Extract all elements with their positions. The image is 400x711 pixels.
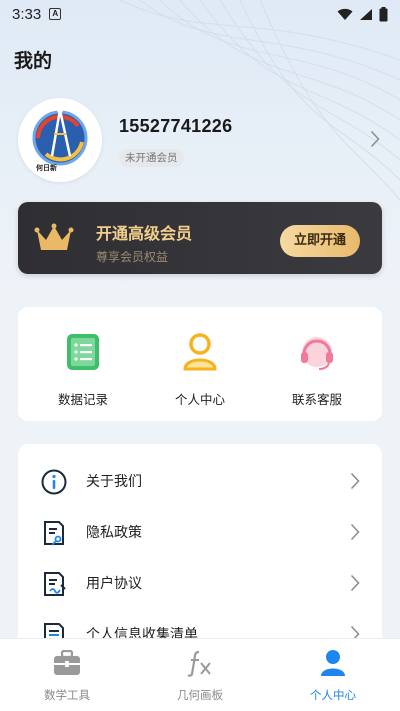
- tab-label: 几何画板: [177, 688, 223, 702]
- quick-action-label: 联系客服: [291, 392, 342, 407]
- agreement-document-icon: [44, 572, 66, 596]
- quick-action-personal-center[interactable]: 个人中心: [150, 329, 250, 408]
- fx-icon: [187, 650, 211, 677]
- tab-math-tools[interactable]: 数学工具: [17, 647, 117, 703]
- app-logo-icon: [32, 107, 88, 166]
- signal-icon: [360, 8, 372, 20]
- tab-label: 个人中心: [310, 688, 356, 702]
- wifi-icon: [337, 8, 353, 20]
- menu-item-label: 关于我们: [86, 474, 142, 490]
- chevron-right-icon: [350, 574, 360, 592]
- headset-icon: [301, 337, 333, 370]
- quick-actions-card: 数据记录 个人中心 联系客服: [18, 307, 382, 421]
- quick-action-label: 个人中心: [174, 392, 225, 407]
- vip-card[interactable]: 开通高级会员 尊享会员权益 立即开通: [18, 202, 382, 274]
- quick-action-label: 数据记录: [57, 392, 108, 407]
- bottom-tab-bar: 数学工具 几何画板 个人中心: [0, 638, 400, 711]
- person-icon: [321, 650, 345, 676]
- vip-subtitle: 尊享会员权益: [96, 250, 169, 264]
- menu-item-privacy-policy[interactable]: 隐私政策: [18, 507, 382, 557]
- status-indicators: [337, 6, 388, 22]
- activate-vip-button[interactable]: 立即开通: [280, 225, 360, 257]
- page-title: 我的: [14, 50, 53, 72]
- tab-geometry-board[interactable]: 几何画板: [150, 647, 250, 703]
- profile-header[interactable]: 何日新 15527741226 未开通会员: [18, 98, 388, 184]
- person-icon: [183, 333, 217, 371]
- toolbox-icon: [54, 650, 80, 675]
- status-time: 3:33: [12, 5, 42, 23]
- tab-label: 数学工具: [44, 688, 90, 702]
- crown-icon: [34, 223, 74, 250]
- status-bar: 3:33 A: [0, 0, 400, 28]
- notification-icon: A: [49, 8, 62, 20]
- membership-badge: 未开通会员: [119, 149, 184, 167]
- chevron-right-icon: [350, 523, 360, 541]
- quick-action-customer-service[interactable]: 联系客服: [267, 329, 367, 408]
- menu-item-label: 用户协议: [86, 576, 142, 592]
- avatar-logo-text: 何日新: [36, 164, 57, 172]
- tab-personal-center[interactable]: 个人中心: [283, 647, 383, 703]
- user-phone: 15527741226: [119, 116, 233, 136]
- chevron-right-icon[interactable]: [370, 130, 380, 148]
- menu-item-label: 隐私政策: [86, 525, 142, 541]
- info-icon: [41, 469, 67, 495]
- battery-icon: [379, 6, 388, 21]
- quick-action-data-records[interactable]: 数据记录: [33, 329, 133, 408]
- menu-item-user-agreement[interactable]: 用户协议: [18, 558, 382, 608]
- document-list-icon: [67, 334, 99, 370]
- avatar[interactable]: 何日新: [18, 98, 102, 182]
- vip-title: 开通高级会员: [96, 224, 193, 243]
- menu-item-about-us[interactable]: 关于我们: [18, 456, 382, 506]
- privacy-document-icon: [44, 521, 64, 546]
- chevron-right-icon: [350, 472, 360, 490]
